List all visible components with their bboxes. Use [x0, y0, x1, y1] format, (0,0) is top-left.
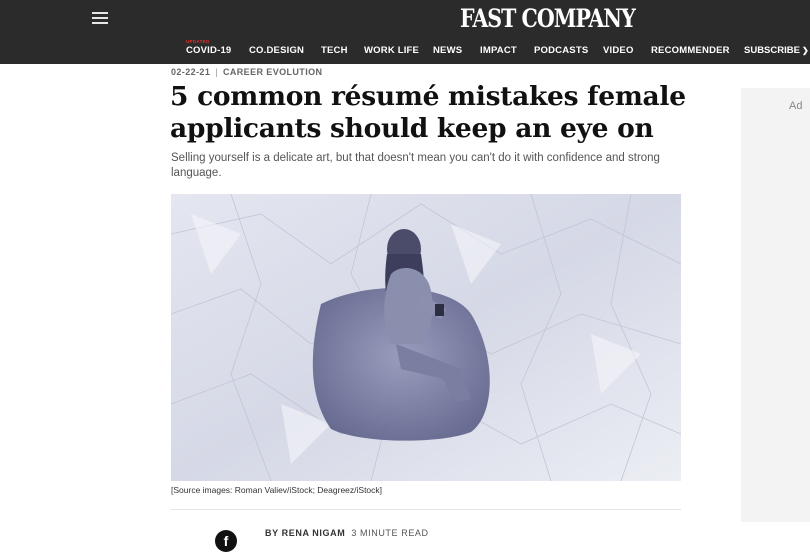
article-headline: 5 common résumé mistakes female applican… [170, 81, 686, 144]
nav-item-tech[interactable]: TECH [321, 45, 348, 56]
byline: BY RENA NIGAM 3 MINUTE READ [265, 528, 429, 538]
article-category-link[interactable]: CAREER EVOLUTION [223, 67, 322, 77]
nav-item-recommender[interactable]: RECOMMENDER [651, 45, 730, 56]
nav-item-covid-19[interactable]: COVID-19 [186, 45, 231, 56]
hero-image [171, 194, 681, 481]
nav-item-podcasts[interactable]: PODCASTS [534, 45, 588, 56]
subscribe-label: SUBSCRIBE [744, 45, 800, 56]
ad-slot[interactable] [741, 88, 810, 522]
fast-company-logo[interactable]: FAST COMPANY [460, 4, 636, 33]
meta-separator: | [215, 67, 218, 77]
hero-illustration [171, 194, 681, 481]
article-date: 02-22-21 [171, 67, 211, 77]
nav-item-impact[interactable]: IMPACT [480, 45, 517, 56]
chevron-right-icon: ❯ [801, 46, 809, 55]
nav-item-co-design[interactable]: CO.DESIGN [249, 45, 304, 56]
nav-item-work-life[interactable]: WORK LIFE [364, 45, 419, 56]
covid-updated-tag: UPDATED [186, 39, 210, 44]
image-caption: [Source images: Roman Valiev/iStock; Dea… [171, 485, 383, 495]
read-time: 3 MINUTE READ [351, 528, 429, 538]
ad-label: Ad [789, 100, 803, 112]
subscribe-link[interactable]: SUBSCRIBE ❯ [744, 45, 809, 56]
article-meta: 02-22-21 | CAREER EVOLUTION [171, 67, 322, 77]
nav-item-news[interactable]: NEWS [433, 45, 462, 56]
divider [171, 509, 681, 510]
nav-item-video[interactable]: VIDEO [603, 45, 634, 56]
article-dek: Selling yourself is a delicate art, but … [171, 152, 660, 179]
author-link[interactable]: BY RENA NIGAM [265, 528, 345, 538]
facebook-icon[interactable]: f [215, 530, 237, 552]
site-header: FAST COMPANY UPDATED COVID-19 CO.DESIGN … [0, 0, 810, 64]
menu-icon[interactable] [92, 12, 110, 26]
